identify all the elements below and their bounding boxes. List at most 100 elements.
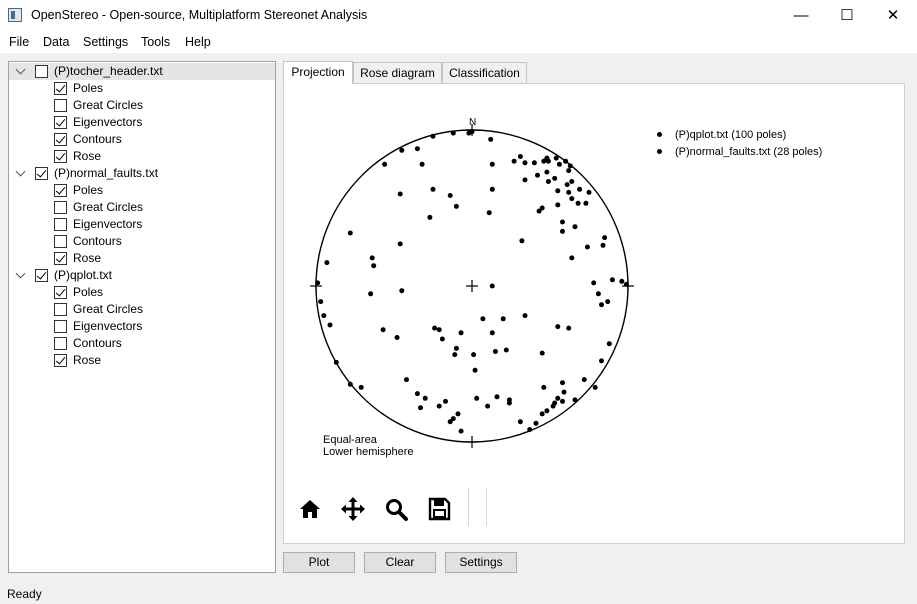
layer-checkbox[interactable] [54, 286, 67, 299]
layer-checkbox[interactable] [54, 235, 67, 248]
layer-checkbox[interactable] [54, 99, 67, 112]
pole-point [452, 352, 458, 358]
pole-point [536, 208, 542, 214]
tree-file-item[interactable]: (P)normal_faults.txt [9, 165, 275, 182]
tree-layer-item[interactable]: Contours [9, 335, 275, 352]
layer-checkbox[interactable] [54, 184, 67, 197]
pole-point [419, 161, 425, 167]
tree-layer-item[interactable]: Rose [9, 148, 275, 165]
layer-checkbox[interactable] [54, 303, 67, 316]
tree-layer-item[interactable]: Great Circles [9, 97, 275, 114]
tree-layer-item[interactable]: Eigenvectors [9, 318, 275, 335]
menu-help[interactable]: Help [185, 35, 211, 49]
pole-point [552, 400, 558, 406]
pole-point [450, 416, 456, 422]
save-icon[interactable] [425, 495, 453, 523]
pole-point [609, 277, 615, 283]
layer-checkbox[interactable] [54, 201, 67, 214]
pole-point [455, 411, 461, 417]
layer-checkbox[interactable] [54, 82, 67, 95]
pole-point [472, 367, 478, 373]
pole-point [623, 281, 629, 287]
tree-layer-item[interactable]: Poles [9, 182, 275, 199]
tree-layer-item[interactable]: Contours [9, 233, 275, 250]
tree-layer-label: Great Circles [73, 302, 144, 316]
pole-point [430, 186, 436, 192]
tree-layer-item[interactable]: Poles [9, 284, 275, 301]
layer-checkbox[interactable] [54, 354, 67, 367]
tree-layer-item[interactable]: Great Circles [9, 301, 275, 318]
layer-checkbox[interactable] [54, 150, 67, 163]
pole-point [541, 384, 547, 390]
tab-classification[interactable]: Classification [442, 62, 527, 83]
tree-file-label: (P)qplot.txt [54, 268, 113, 282]
minimize-button[interactable]: — [778, 0, 824, 31]
pole-point [422, 395, 428, 401]
pole-point [394, 335, 400, 340]
pole-point [486, 210, 492, 216]
pole-point [371, 263, 377, 269]
tree-layer-item[interactable]: Great Circles [9, 199, 275, 216]
tree-layer-item[interactable]: Contours [9, 131, 275, 148]
maximize-button[interactable]: ☐ [824, 0, 870, 31]
layer-checkbox[interactable] [35, 65, 48, 78]
plot-button[interactable]: Plot [283, 552, 355, 573]
tree-layer-item[interactable]: Eigenvectors [9, 114, 275, 131]
pole-point [397, 241, 403, 247]
pole-point [418, 405, 423, 411]
pole-point [485, 403, 491, 409]
chevron-down-icon[interactable] [15, 268, 26, 279]
home-icon[interactable] [296, 495, 324, 523]
tree-file-label: (P)tocher_header.txt [54, 64, 163, 78]
pole-point [324, 260, 330, 266]
tree-file-item[interactable]: (P)qplot.txt [9, 267, 275, 284]
menu-file[interactable]: File [9, 35, 29, 49]
pole-point [572, 397, 578, 403]
menu-data[interactable]: Data [43, 35, 69, 49]
app-icon [8, 8, 22, 22]
hemisphere-label: Lower hemisphere [323, 446, 414, 458]
tab-rose-diagram[interactable]: Rose diagram [353, 62, 442, 83]
pole-point [555, 324, 561, 330]
chevron-down-icon[interactable] [15, 166, 26, 177]
layer-checkbox[interactable] [35, 269, 48, 282]
projection-type-label: Equal-area [323, 434, 377, 446]
pole-point [436, 403, 442, 409]
pole-point [458, 428, 464, 434]
pole-point [414, 146, 420, 152]
tree-layer-item[interactable]: Rose [9, 352, 275, 369]
legend-entry-qplot: (P)qplot.txt (100 poles) [657, 129, 786, 141]
tree-layer-label: Eigenvectors [73, 115, 143, 129]
zoom-icon[interactable] [382, 495, 410, 523]
tree-layer-label: Rose [73, 251, 102, 265]
chevron-down-icon[interactable] [15, 64, 26, 75]
tree-layer-item[interactable]: Eigenvectors [9, 216, 275, 233]
pole-point [561, 389, 567, 395]
menu-tools[interactable]: Tools [141, 35, 170, 49]
tree-layer-item[interactable]: Poles [9, 80, 275, 97]
pole-point [581, 377, 587, 383]
pole-point [439, 336, 445, 342]
pole-point [531, 160, 537, 166]
pole-point [572, 224, 578, 230]
close-button[interactable]: ✕ [870, 0, 916, 31]
tree-file-item[interactable]: (P)tocher_header.txt [9, 63, 275, 80]
layer-checkbox[interactable] [54, 218, 67, 231]
layer-checkbox[interactable] [35, 167, 48, 180]
layer-checkbox[interactable] [54, 116, 67, 129]
layer-checkbox[interactable] [54, 320, 67, 333]
pole-point [519, 238, 525, 244]
pole-point [566, 325, 572, 331]
layer-checkbox[interactable] [54, 133, 67, 146]
tree-layer-label: Contours [73, 234, 122, 248]
clear-button[interactable]: Clear [364, 552, 436, 573]
tab-projection[interactable]: Projection [283, 61, 353, 84]
layer-checkbox[interactable] [54, 337, 67, 350]
pole-point [315, 280, 321, 286]
data-tree[interactable]: (P)tocher_header.txt Poles Great Circles Ei… [8, 61, 276, 573]
layer-checkbox[interactable] [54, 252, 67, 265]
tree-layer-item[interactable]: Rose [9, 250, 275, 267]
menu-settings[interactable]: Settings [83, 35, 128, 49]
settings-button[interactable]: Settings [445, 552, 517, 573]
pan-icon[interactable] [339, 495, 367, 523]
